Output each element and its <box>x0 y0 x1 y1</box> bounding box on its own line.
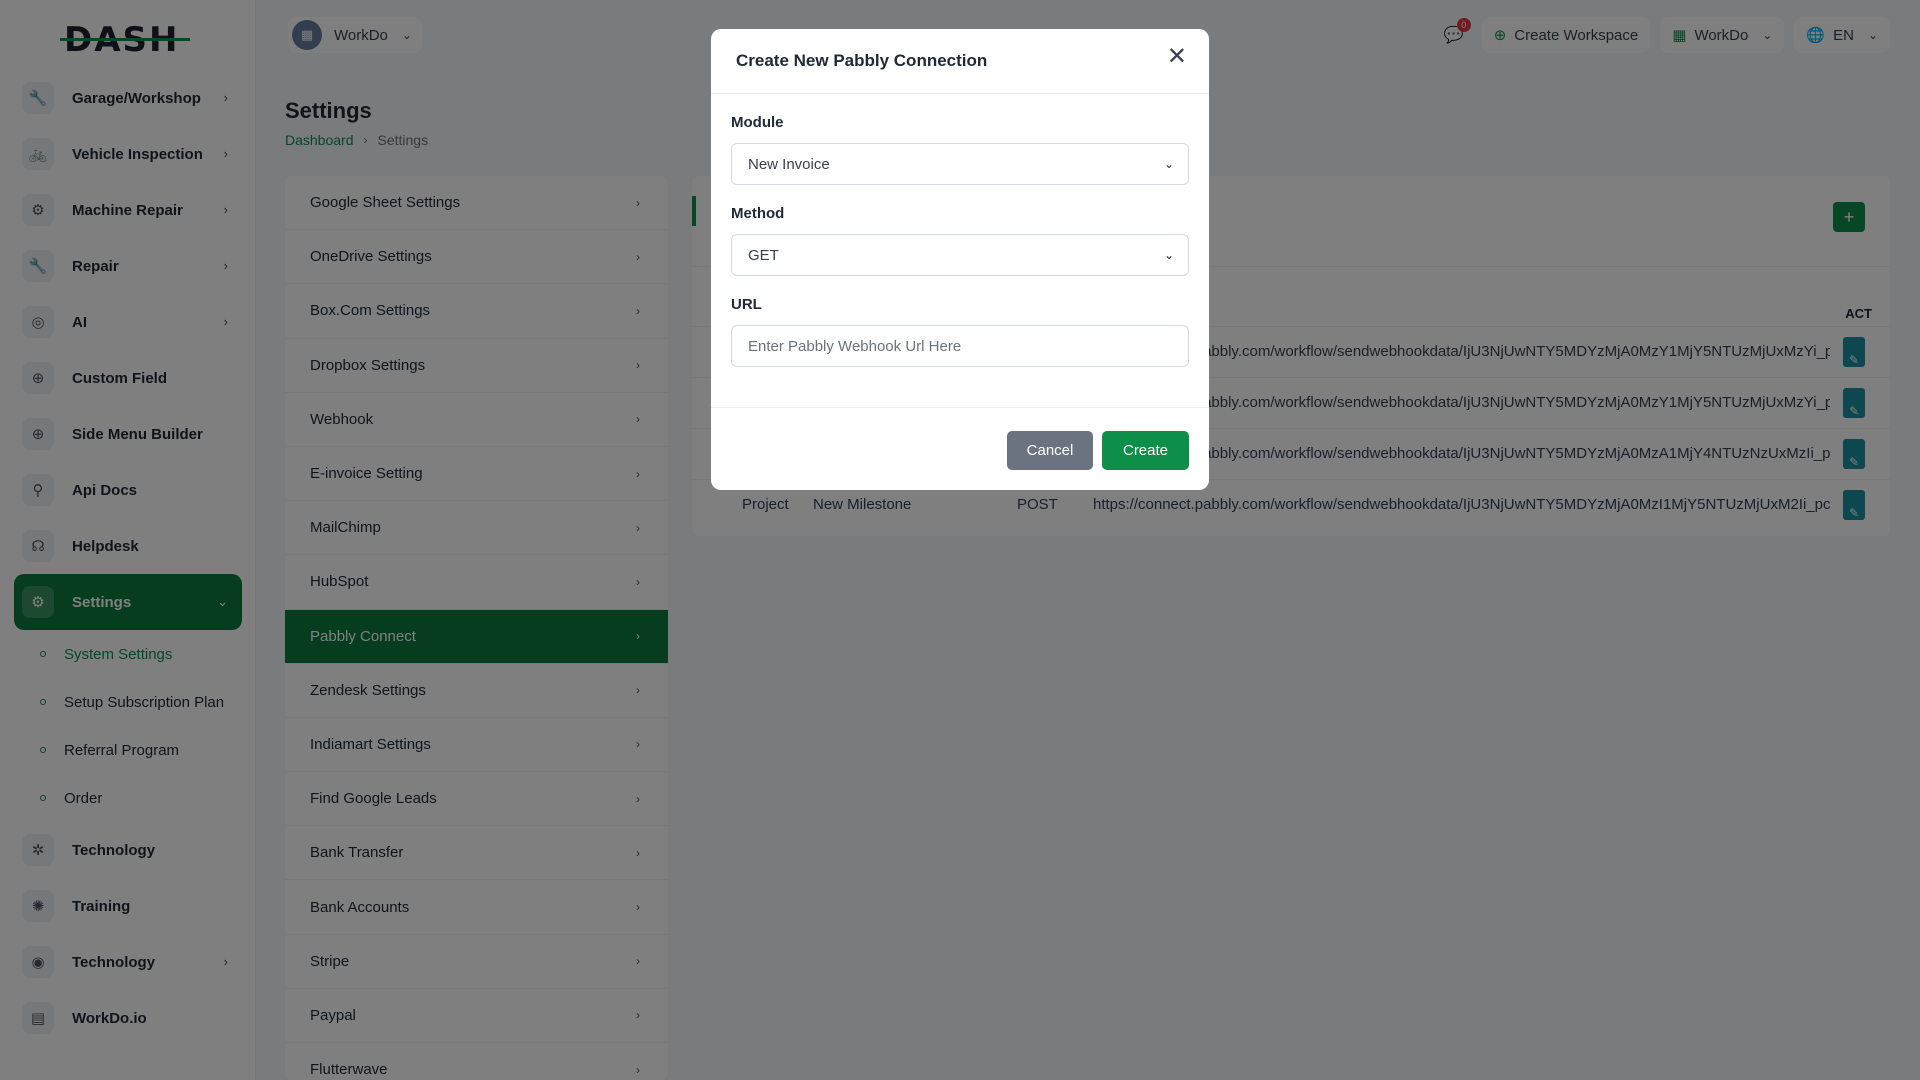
modal-title: Create New Pabbly Connection <box>736 51 988 70</box>
chevron-down-icon: ⌄ <box>1163 157 1174 171</box>
url-input[interactable]: Enter Pabbly Webhook Url Here <box>731 325 1189 367</box>
modal-footer: Cancel Create <box>711 407 1209 490</box>
modal-header: Create New Pabbly Connection ✕ <box>711 29 1209 94</box>
create-button[interactable]: Create <box>1102 431 1189 470</box>
method-label: Method <box>731 205 785 222</box>
module-select[interactable]: New Invoice ⌄ <box>731 143 1189 185</box>
cancel-button[interactable]: Cancel <box>1007 431 1093 470</box>
module-label: Module <box>731 114 784 131</box>
close-icon[interactable]: ✕ <box>1167 45 1187 69</box>
url-label: URL <box>731 296 762 313</box>
method-select[interactable]: GET ⌄ <box>731 234 1189 276</box>
url-input-placeholder: Enter Pabbly Webhook Url Here <box>748 337 962 355</box>
method-select-value: GET <box>748 246 779 264</box>
module-select-value: New Invoice <box>748 155 830 173</box>
create-pabbly-connection-modal: Create New Pabbly Connection ✕ Module Ne… <box>711 29 1209 490</box>
chevron-down-icon: ⌄ <box>1163 248 1174 262</box>
